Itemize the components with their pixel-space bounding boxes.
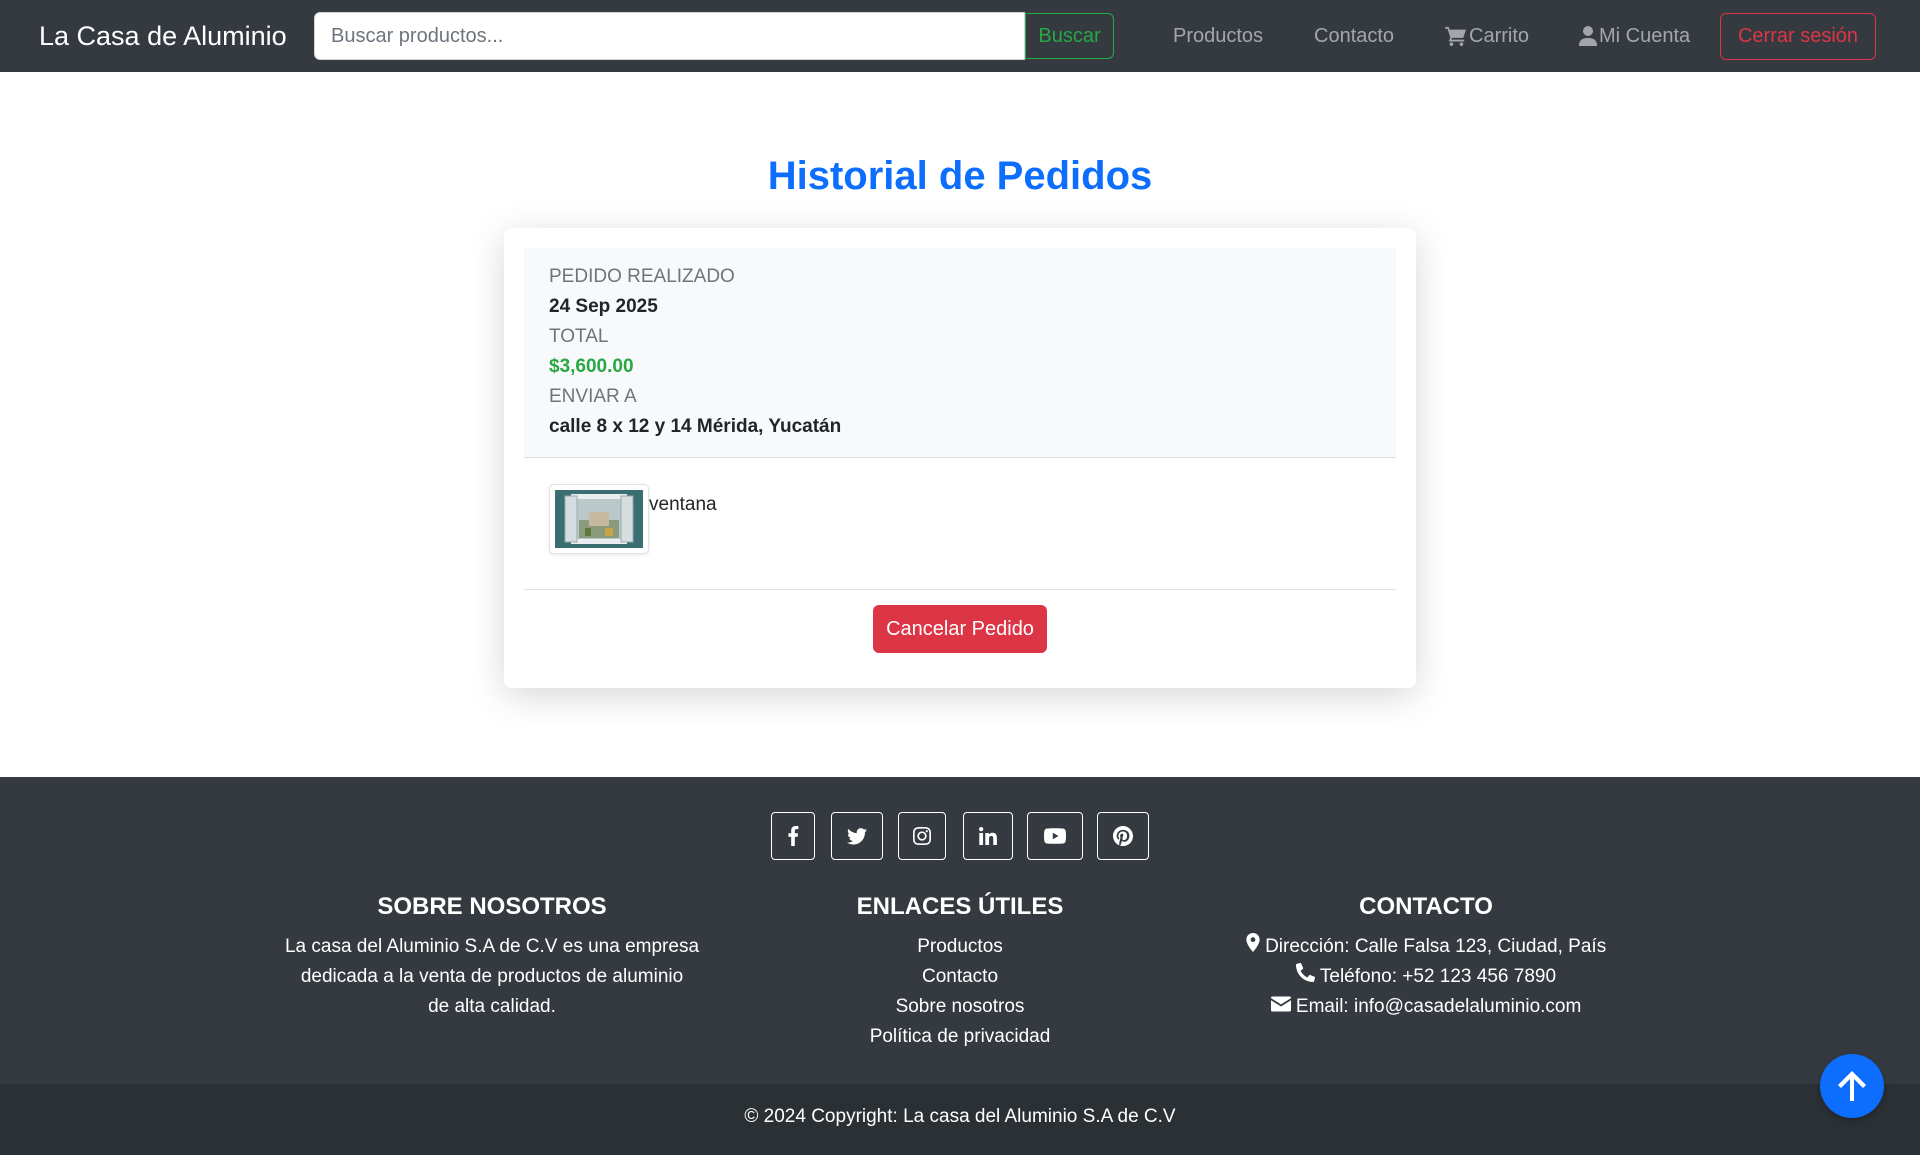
- footer-about-heading: SOBRE NOSOTROS: [377, 893, 607, 920]
- logout-button[interactable]: Cerrar sesión: [1720, 13, 1876, 60]
- arrow-up-icon: [1838, 1071, 1866, 1101]
- copyright-bar: © 2024 Copyright: La casa del Aluminio S…: [0, 1084, 1920, 1155]
- footer-about-text-line: dedicada a la venta de productos de alum…: [300, 966, 684, 987]
- contact-email-text: Email: info@casadelaluminio.com: [1295, 996, 1582, 1017]
- footer-contact: CONTACTO Dirección: Calle Falsa 123, Ciu…: [1226, 892, 1626, 1022]
- order-header: PEDIDO REALIZADO 24 Sep 2025 TOTAL $3,60…: [524, 248, 1396, 458]
- nav-link-label: Productos: [1173, 25, 1264, 47]
- cancel-order-button[interactable]: Cancelar Pedido: [873, 605, 1047, 653]
- nav-link-label: Contacto: [1314, 25, 1395, 47]
- contact-address-text: Dirección: Calle Falsa 123, Ciudad, País: [1265, 936, 1607, 957]
- nav-link-mi-cuenta[interactable]: Mi Cuenta: [1579, 22, 1690, 50]
- envelope-icon: [1270, 996, 1291, 1012]
- twitter-icon[interactable]: [831, 812, 883, 860]
- card-divider: [524, 589, 1396, 590]
- cart-icon: [1445, 26, 1466, 46]
- contact-phone-text: Teléfono: +52 123 456 7890: [1319, 966, 1557, 987]
- youtube-icon[interactable]: [1027, 812, 1083, 860]
- nav-link-label: Mi Cuenta: [1599, 25, 1691, 47]
- order-placed-label: PEDIDO REALIZADO: [549, 266, 735, 287]
- phone-icon: [1295, 962, 1315, 982]
- order-ship-address: calle 8 x 12 y 14 Mérida, Yucatán: [549, 416, 842, 437]
- user-icon: [1579, 26, 1597, 46]
- linkedin-icon[interactable]: [963, 812, 1013, 860]
- footer-about-text-line: de alta calidad.: [428, 996, 556, 1017]
- order-ship-label: ENVIAR A: [549, 386, 637, 407]
- footer-link-contacto[interactable]: Contacto: [760, 962, 1160, 992]
- nav-link-contacto[interactable]: Contacto: [1314, 22, 1394, 50]
- nav-link-label: Carrito: [1469, 25, 1530, 47]
- nav-link-carrito[interactable]: Carrito: [1445, 22, 1529, 50]
- facebook-icon[interactable]: [771, 812, 815, 860]
- footer-link-privacidad[interactable]: Política de privacidad: [760, 1022, 1160, 1052]
- nav-link-productos[interactable]: Productos: [1173, 22, 1263, 50]
- search-input[interactable]: [314, 12, 1025, 60]
- footer-link-sobre-nosotros[interactable]: Sobre nosotros: [760, 992, 1160, 1022]
- search-button[interactable]: Buscar: [1025, 13, 1114, 59]
- pinterest-icon[interactable]: [1097, 812, 1149, 860]
- contact-address: Dirección: Calle Falsa 123, Ciudad, País: [1226, 932, 1626, 962]
- order-total-value: $3,600.00: [549, 356, 634, 377]
- order-total-label: TOTAL: [549, 326, 609, 347]
- footer-links-heading: ENLACES ÚTILES: [856, 893, 1064, 920]
- order-placed-date: 24 Sep 2025: [549, 296, 658, 317]
- copyright-text: © 2024 Copyright: La casa del Aluminio S…: [744, 1106, 1176, 1127]
- window-thumbnail: [549, 484, 649, 554]
- map-marker-icon: [1246, 933, 1260, 952]
- contact-phone: Teléfono: +52 123 456 7890: [1226, 962, 1626, 992]
- page-title: Historial de Pedidos: [767, 154, 1153, 198]
- back-to-top-button[interactable]: [1820, 1054, 1884, 1118]
- order-item: ventana: [549, 484, 717, 554]
- footer: SOBRE NOSOTROS La casa del Aluminio S.A …: [0, 777, 1920, 1084]
- contact-email: Email: info@casadelaluminio.com: [1226, 992, 1626, 1022]
- navbar: La Casa de Aluminio Buscar Productos Con…: [0, 0, 1920, 72]
- footer-about-text-line: La casa del Aluminio S.A de C.V es una e…: [284, 936, 700, 957]
- footer-link-productos[interactable]: Productos: [760, 932, 1160, 962]
- footer-about: SOBRE NOSOTROS La casa del Aluminio S.A …: [280, 892, 704, 1022]
- brand-logo[interactable]: La Casa de Aluminio: [39, 18, 287, 54]
- footer-contact-heading: CONTACTO: [1359, 893, 1493, 920]
- order-item-name: ventana: [649, 494, 717, 515]
- instagram-icon[interactable]: [898, 812, 946, 860]
- footer-links: ENLACES ÚTILES Productos Contacto Sobre …: [760, 892, 1160, 1052]
